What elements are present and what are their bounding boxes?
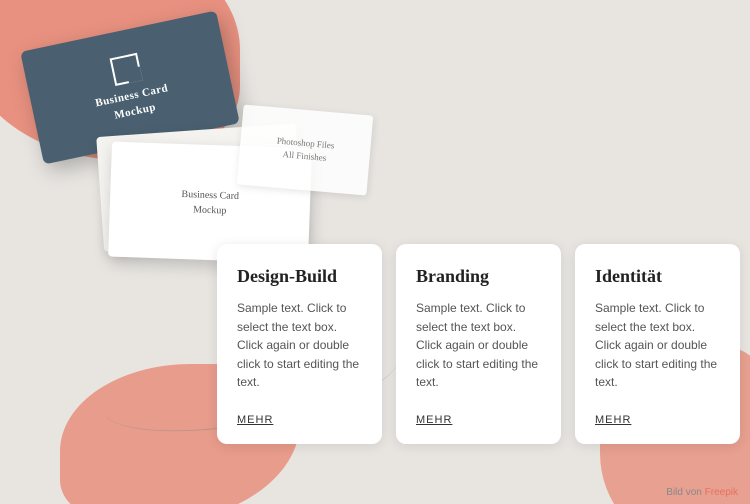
card-text-branding: Sample text. Click to select the text bo… xyxy=(416,299,541,400)
label-text: Photoshop FilesAll Finishes xyxy=(275,134,335,166)
card-text-design-build: Sample text. Click to select the text bo… xyxy=(237,299,362,400)
card-link-identitaet[interactable]: MEHR xyxy=(595,414,720,426)
white-card-text: Business CardMockup xyxy=(181,187,240,219)
card-link-design-build[interactable]: MEHR xyxy=(237,414,362,426)
card-logo-icon xyxy=(110,53,143,86)
info-card-identitaet: Identität Sample text. Click to select t… xyxy=(575,244,740,444)
card-title-design-build: Design-Build xyxy=(237,266,362,287)
card-link-branding[interactable]: MEHR xyxy=(416,414,541,426)
attribution-link[interactable]: Freepik xyxy=(705,487,738,498)
photoshop-label-card: Photoshop FilesAll Finishes xyxy=(237,104,373,195)
attribution-prefix: Bild von xyxy=(666,487,702,498)
info-card-branding: Branding Sample text. Click to select th… xyxy=(396,244,561,444)
info-card-design-build: Design-Build Sample text. Click to selec… xyxy=(217,244,382,444)
card-text-identitaet: Sample text. Click to select the text bo… xyxy=(595,299,720,400)
attribution: Bild von Freepik xyxy=(666,487,738,498)
info-cards-section: Design-Build Sample text. Click to selec… xyxy=(210,234,750,504)
card-title-branding: Branding xyxy=(416,266,541,287)
card-title-identitaet: Identität xyxy=(595,266,720,287)
background: Business CardMockup Business CardMockup … xyxy=(0,0,750,504)
dark-card-title: Business CardMockup xyxy=(94,81,173,127)
